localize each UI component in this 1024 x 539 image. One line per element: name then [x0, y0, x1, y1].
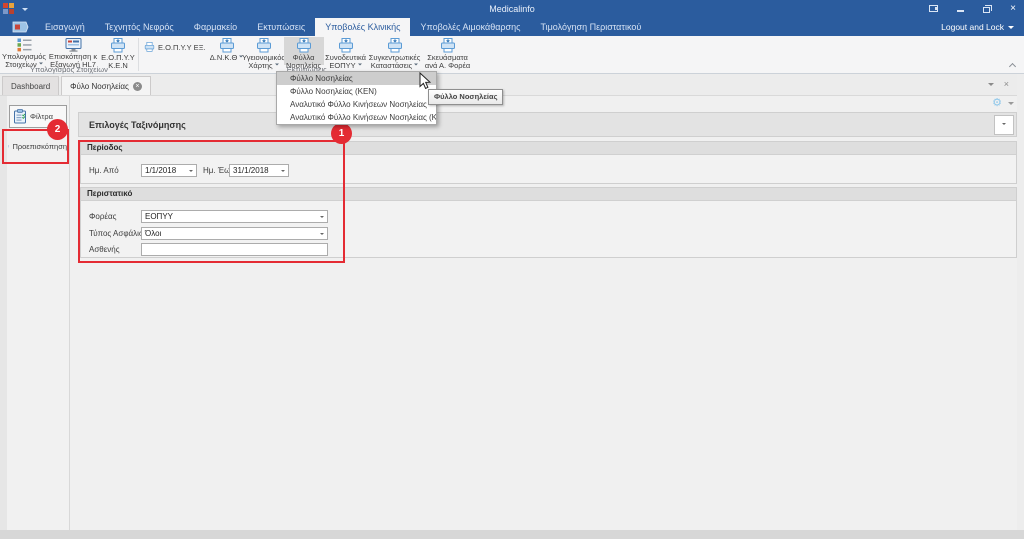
printer-icon [256, 38, 272, 53]
tab-texnitos-nefros[interactable]: Τεχνητός Νεφρός [95, 18, 184, 36]
window-controls: × [929, 0, 1016, 18]
printer-icon [387, 38, 403, 53]
fylla-nosileias-dropdown-menu: Φύλλο Νοσηλείας Φύλλο Νοσηλείας (ΚΕΝ) Αν… [276, 71, 437, 125]
tab-timologisi-peristatikou[interactable]: Τιμολόγηση Περιστατικού [530, 18, 651, 36]
tab-eisagogi[interactable]: Εισαγωγή [35, 18, 95, 36]
chevron-down-icon [1002, 123, 1006, 127]
ribbon: Υπολογισμός Στοιχείων Επισκόπηση κ Εξαγω… [0, 36, 1024, 74]
tab-ektyposeis[interactable]: Εκτυπώσεις [247, 18, 315, 36]
dropdown-arrow-icon [39, 63, 43, 67]
annotation-rect-filters-form [78, 140, 345, 263]
printer-icon [219, 38, 235, 53]
sorting-options-label: Επιλογές Ταξινόμησης [79, 120, 186, 130]
window-title: Medicalinfo [0, 0, 1024, 18]
close-document-icon[interactable]: × [1004, 80, 1009, 89]
content-toolbar: ⚙ [78, 96, 1017, 111]
printer-icon [338, 38, 354, 53]
window-right-border [1017, 74, 1024, 530]
menu-item-fyllo-nosileias[interactable]: Φύλλο Νοσηλείας [277, 72, 436, 85]
restore-icon[interactable] [983, 4, 993, 14]
menu-item-analytiko-fyllo-ken[interactable]: Αναλυτικό Φύλλο Κινήσεων Νοσηλείας (ΚΕΝ) [277, 111, 436, 124]
expand-sorting-button[interactable] [994, 115, 1014, 135]
eopyy-ken-button[interactable]: Ε.Ο.Π.Υ.Υ Κ.Ε.Ν [99, 37, 137, 65]
dnkth-button[interactable]: Δ.Ν.Κ.Θ [210, 37, 244, 65]
skeyasmata-ana-forea-button[interactable]: Σκευάσματα ανά Α. Φορέα [422, 37, 474, 65]
synodeytika-eopyy-button[interactable]: Συνοδευτικά ΕΟΠΥΥ [324, 37, 368, 65]
clipboard-filter-icon [13, 109, 27, 124]
dropdown-arrow-icon [414, 64, 418, 68]
title-bar: Medicalinfo × [0, 0, 1024, 18]
fylla-nosileias-button[interactable]: Φύλλα Νοσηλείας [284, 37, 324, 65]
ypologismos-stoixeion-button[interactable]: Υπολογισμός Στοιχείων [1, 37, 47, 65]
tooltip: Φύλλο Νοσηλείας [428, 89, 503, 105]
annotation-badge-1: 1 [331, 123, 352, 144]
dropdown-arrow-icon [358, 64, 362, 68]
application-menu-button[interactable] [5, 18, 35, 36]
document-tab-strip: Dashboard Φύλο Νοσηλείας × × [0, 74, 1017, 96]
sorting-options-bar[interactable]: Επιλογές Ταξινόμησης [78, 112, 1017, 137]
doc-tab-fylo-nosileias[interactable]: Φύλο Νοσηλείας × [61, 76, 151, 95]
logout-label: Logout and Lock [941, 22, 1004, 32]
close-tab-icon[interactable]: × [133, 82, 142, 91]
application-window: Medicalinfo × Εισαγωγή Τεχνητός Νεφρός Φ… [0, 0, 1024, 539]
logout-and-lock-button[interactable]: Logout and Lock [941, 18, 1014, 36]
mouse-cursor [419, 72, 431, 90]
close-icon[interactable]: × [1010, 4, 1016, 14]
eopyy-ex-button[interactable]: Ε.Ο.Π.Υ.Υ ΕΞ. [141, 40, 209, 54]
tab-ypovoles-klinikis[interactable]: Υποβολές Κλινικής [315, 18, 410, 36]
dropdown-arrow-icon [239, 56, 243, 60]
episkopisi-exagogi-hl7-button[interactable]: Επισκόπηση κ Εξαγωγή HL7 [47, 37, 99, 65]
menu-item-fyllo-nosileias-ken[interactable]: Φύλλο Νοσηλείας (ΚΕΝ) [277, 85, 436, 98]
printer-icon [144, 42, 155, 52]
dropdown-arrow-icon [275, 64, 279, 68]
window-bottom-border [0, 530, 1024, 539]
tab-list-dropdown-icon[interactable] [988, 83, 994, 89]
annotation-badge-2: 2 [47, 119, 68, 140]
gear-icon[interactable]: ⚙ [992, 98, 1002, 109]
tab-farmakeio[interactable]: Φαρμακείο [184, 18, 247, 36]
sygkentrotikes-katastaseis-button[interactable]: Συγκεντρωτικές Καταστάσεις [368, 37, 422, 65]
collapse-ribbon-icon[interactable] [1009, 63, 1016, 70]
minimize-icon[interactable] [956, 4, 966, 14]
toolbar-dropdown-icon[interactable] [1008, 102, 1014, 108]
flag-icon [11, 21, 30, 33]
tab-ypovoles-aimokatharsis[interactable]: Υποβολές Αιμοκάθαρσης [410, 18, 530, 36]
chevron-down-icon [1008, 26, 1014, 32]
printer-icon [440, 38, 456, 53]
doc-tab-dashboard[interactable]: Dashboard [2, 76, 59, 95]
ribbon-group-ypologismos: Υπολογισμός Στοιχείων Επισκόπηση κ Εξαγω… [0, 36, 138, 73]
hl7-monitor-icon [65, 38, 82, 52]
menu-item-analytiko-fyllo[interactable]: Αναλυτικό Φύλλο Κινήσεων Νοσηλείας [277, 98, 436, 111]
ribbon-tab-row: Εισαγωγή Τεχνητός Νεφρός Φαρμακείο Εκτυπ… [0, 18, 1024, 36]
ribbon-group-ektyposeis: Ε.Ο.Π.Υ.Υ ΕΞ. Δ.Ν.Κ.Θ [139, 36, 475, 73]
printer-icon [296, 38, 312, 53]
list-icon [17, 38, 32, 52]
printer-icon [110, 38, 126, 53]
fullscreen-icon[interactable] [929, 4, 939, 14]
ygeionomikos-xartis-button[interactable]: Υγειονομικός Χάρτης [244, 37, 284, 65]
